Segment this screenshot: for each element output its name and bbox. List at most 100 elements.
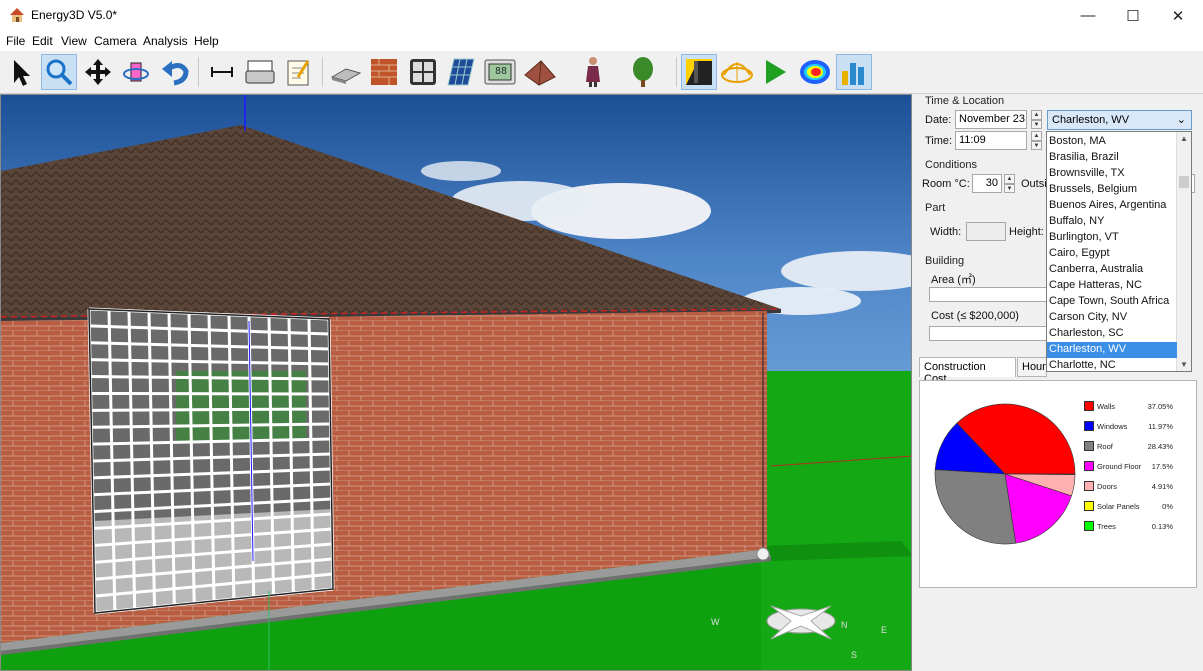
time-spinner-up[interactable]: ▲: [1031, 131, 1042, 141]
scroll-up-icon[interactable]: ▲: [1180, 134, 1188, 143]
part-height-label: Height:: [1009, 226, 1044, 238]
compass-label-n: N: [841, 620, 848, 630]
date-field[interactable]: November 23: [955, 110, 1027, 129]
legend-value: 0.13%: [1151, 522, 1173, 531]
menu-view[interactable]: View: [61, 34, 87, 48]
zoom-tool-button[interactable]: [41, 54, 77, 90]
close-button[interactable]: ✕: [1155, 0, 1201, 31]
menu-analysis[interactable]: Analysis: [143, 34, 188, 48]
analysis-chart-button[interactable]: [836, 54, 872, 90]
play-icon: [766, 60, 786, 84]
select-icon: [14, 60, 30, 86]
foundation-tool-button[interactable]: [328, 54, 364, 90]
roof-tool-button[interactable]: [522, 54, 558, 90]
legend-swatch: [1084, 421, 1094, 431]
select-tool-button[interactable]: [3, 54, 39, 90]
city-dropdown-list[interactable]: ▲ ▼ Boston, MA Brasilia, Brazil Brownsvill…: [1046, 131, 1192, 372]
human-icon: [586, 57, 600, 87]
toolbar-separator: [676, 57, 677, 87]
note-button[interactable]: [281, 54, 317, 90]
solar-panel-tool-button[interactable]: [443, 54, 479, 90]
foundation-icon: [330, 68, 362, 84]
menu-file[interactable]: File: [6, 34, 25, 48]
city-option[interactable]: Brownsville, TX: [1047, 166, 1177, 182]
legend-value: 0%: [1162, 502, 1173, 511]
legend-value: 28.43%: [1147, 442, 1173, 451]
time-spinner-down[interactable]: ▼: [1031, 141, 1042, 150]
date-spinner-down[interactable]: ▼: [1031, 120, 1042, 129]
city-option[interactable]: Brasilia, Brazil: [1047, 150, 1177, 166]
minimize-button[interactable]: —: [1065, 0, 1111, 31]
legend-swatch: [1084, 521, 1094, 531]
city-option[interactable]: Carson City, NV: [1047, 310, 1177, 326]
legend-swatch: [1084, 441, 1094, 451]
room-temp-field[interactable]: 30: [972, 174, 1002, 193]
part-group-title: Part: [925, 202, 946, 214]
legend-value: 11.97%: [1148, 422, 1173, 431]
title-bar: Energy3D V5.0* — ☐ ✕: [0, 0, 1203, 31]
city-option[interactable]: Cape Hatteras, NC: [1047, 278, 1177, 294]
move-tool-button[interactable]: [80, 54, 116, 90]
shadow-toggle-button[interactable]: [681, 54, 717, 90]
thermostat-tool-button[interactable]: 88: [482, 54, 518, 90]
conditions-group-title: Conditions: [925, 159, 977, 171]
part-width-field[interactable]: [966, 222, 1006, 241]
rotate-tool-button[interactable]: [118, 54, 154, 90]
tab-hourly[interactable]: Hourly...: [1017, 357, 1047, 377]
maximize-button[interactable]: ☐: [1110, 0, 1156, 31]
building-cost-field[interactable]: [929, 326, 1047, 341]
city-option[interactable]: Cairo, Egypt: [1047, 246, 1177, 262]
solar-panel-icon: [447, 58, 475, 86]
date-spinner-up[interactable]: ▲: [1031, 110, 1042, 120]
undo-button[interactable]: [157, 54, 193, 90]
city-option[interactable]: Cape Town, South Africa: [1047, 294, 1177, 310]
rotate-icon: [123, 62, 149, 82]
heliodon-toggle-button[interactable]: [719, 54, 755, 90]
building-area-label: Area (㎡): [931, 274, 976, 286]
menu-camera[interactable]: Camera: [94, 34, 137, 48]
city-option[interactable]: Boston, MA: [1047, 134, 1177, 150]
construction-cost-chart: Walls 37.05% Windows 11.97% Roof 28.43% Ground…: [919, 380, 1197, 588]
room-temp-spinner-down[interactable]: ▼: [1004, 184, 1015, 193]
room-temp-label: Room °C:: [922, 178, 970, 190]
scroll-down-icon[interactable]: ▼: [1180, 360, 1188, 369]
city-combo[interactable]: Charleston, WV ⌄: [1047, 110, 1192, 130]
city-option[interactable]: Buffalo, NY: [1047, 214, 1177, 230]
move-icon: [85, 59, 111, 85]
legend-value: 37.05%: [1147, 402, 1173, 411]
human-tool-button[interactable]: [575, 54, 611, 90]
city-option[interactable]: Charlotte, NC: [1047, 358, 1177, 371]
city-option[interactable]: Charleston, WV: [1047, 342, 1177, 358]
note-icon: [287, 60, 310, 86]
window-icon: [410, 59, 436, 85]
legend-label: Roof: [1097, 442, 1113, 451]
menu-help[interactable]: Help: [194, 34, 219, 48]
tab-construction-cost[interactable]: Construction Cost: [919, 357, 1016, 385]
city-option[interactable]: Charleston, SC: [1047, 326, 1177, 342]
print-button[interactable]: [242, 54, 278, 90]
time-field[interactable]: 11:09: [955, 131, 1027, 150]
tree-tool-button[interactable]: [625, 54, 661, 90]
simulate-button[interactable]: [757, 54, 793, 90]
time-label: Time:: [925, 135, 953, 147]
measure-icon: [211, 67, 233, 77]
city-option[interactable]: Canberra, Australia: [1047, 262, 1177, 278]
heatmap-button[interactable]: [797, 54, 833, 90]
legend-value: 4.91%: [1151, 482, 1173, 491]
measure-tool-button[interactable]: [204, 54, 240, 90]
building-cost-label: Cost (≤ $200,000): [931, 310, 1019, 322]
menu-bar: File Edit View Camera Analysis Help: [0, 31, 1203, 51]
city-option[interactable]: Burlington, VT: [1047, 230, 1177, 246]
3d-viewport[interactable]: N E S W: [0, 94, 912, 671]
shadow-icon: [686, 59, 712, 85]
room-temp-spinner-up[interactable]: ▲: [1004, 174, 1015, 184]
city-option[interactable]: Brussels, Belgium: [1047, 182, 1177, 198]
wall-tool-button[interactable]: [366, 54, 402, 90]
building-area-field[interactable]: [929, 287, 1047, 302]
building-group-title: Building: [925, 255, 965, 267]
city-list-scrollbar[interactable]: ▲ ▼: [1176, 132, 1191, 371]
window-tool-button[interactable]: [405, 54, 441, 90]
city-option[interactable]: Buenos Aires, Argentina: [1047, 198, 1177, 214]
menu-edit[interactable]: Edit: [32, 34, 53, 48]
city-list-scroll-thumb[interactable]: [1179, 176, 1189, 188]
